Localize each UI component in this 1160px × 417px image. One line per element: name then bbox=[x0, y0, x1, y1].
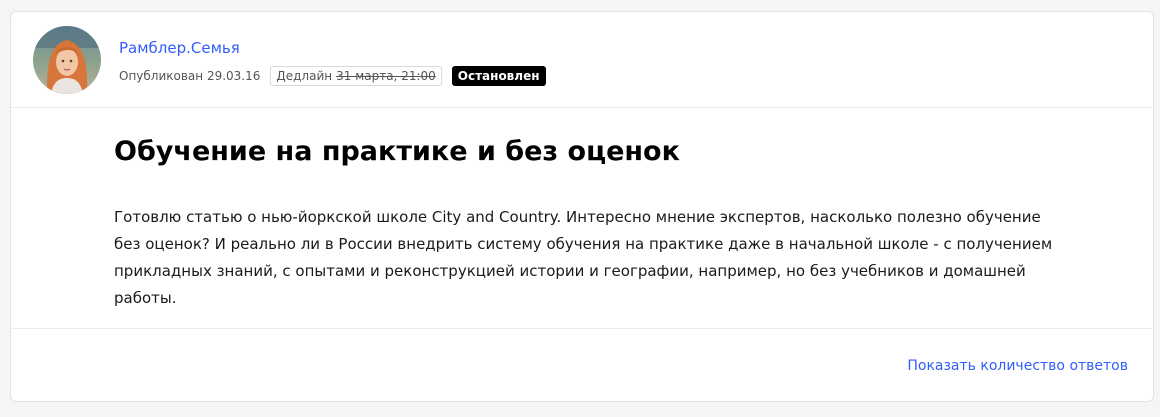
deadline-label: Дедлайн bbox=[276, 68, 333, 83]
question-card: Рамблер.Семья Опубликован 29.03.16 Дедла… bbox=[10, 11, 1154, 402]
avatar-image bbox=[33, 26, 101, 94]
author-name-link[interactable]: Рамблер.Семья bbox=[119, 39, 240, 57]
question-header: Рамблер.Семья Опубликован 29.03.16 Дедла… bbox=[11, 12, 1153, 108]
show-answers-count-link[interactable]: Показать количество ответов bbox=[907, 358, 1128, 374]
question-meta: Опубликован 29.03.16 Дедлайн 31 марта, 2… bbox=[119, 65, 546, 86]
question-body: Обучение на практике и без оценок Готовл… bbox=[11, 108, 1153, 329]
status-badge: Остановлен bbox=[451, 65, 546, 86]
question-footer: Показать количество ответов bbox=[11, 329, 1153, 401]
author-avatar[interactable] bbox=[33, 26, 101, 94]
question-text: Готовлю статью о нью-йоркской школе City… bbox=[114, 208, 1053, 307]
published-date: Опубликован 29.03.16 bbox=[119, 68, 261, 83]
question-title: Обучение на практике и без оценок bbox=[114, 136, 680, 167]
deadline-box: Дедлайн 31 марта, 21:00 bbox=[270, 65, 442, 86]
deadline-date: 31 марта, 21:00 bbox=[336, 68, 436, 83]
